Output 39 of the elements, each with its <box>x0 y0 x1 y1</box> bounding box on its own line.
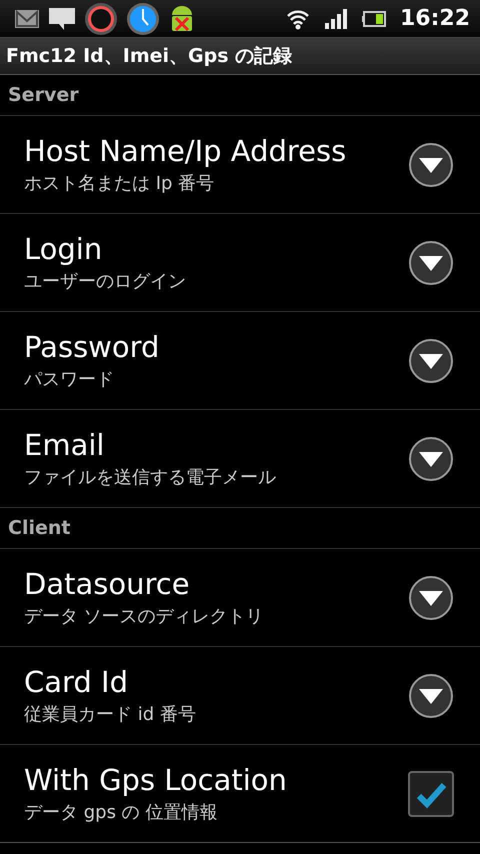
dropdown-icon[interactable] <box>408 672 454 718</box>
preference-title: Datasource <box>24 566 191 600</box>
dropdown-icon[interactable] <box>408 436 454 482</box>
preference-title: Email <box>24 428 106 462</box>
preference-item[interactable]: Login ユーザーのログイン <box>0 214 480 312</box>
preference-item[interactable]: Email ファイルを送信する電子メール <box>0 410 480 508</box>
preference-item[interactable]: Card Id 従業員カード id 番号 <box>0 647 480 745</box>
section-header: Server <box>8 84 79 106</box>
dropdown-icon[interactable] <box>408 338 454 384</box>
preference-summary: データ ソースのディレクトリ <box>24 604 264 628</box>
preference-summary: データ gps の 位置情報 <box>24 800 218 824</box>
status-time: 16:22 <box>400 6 470 31</box>
preference-title: Card Id <box>24 664 130 698</box>
checkbox[interactable] <box>408 770 454 816</box>
preference-title: Host Name/Ip Address <box>24 134 346 168</box>
dropdown-icon[interactable] <box>408 240 454 286</box>
preference-summary: ファイルを送信する電子メール <box>24 466 276 490</box>
battery-icon <box>362 10 386 26</box>
dropdown-icon[interactable] <box>408 142 454 188</box>
preference-item[interactable]: With Gps Location データ gps の 位置情報 <box>0 745 480 843</box>
signal-icon <box>324 8 348 28</box>
screen-title: Fmc12 Id、Imei、Gps の記録 <box>6 44 292 69</box>
chat-icon <box>48 6 76 32</box>
preference-summary: 従業員カード id 番号 <box>24 702 196 726</box>
ring-icon <box>84 2 118 36</box>
mail-icon <box>14 8 40 28</box>
section-header: Client <box>8 517 70 539</box>
wifi-icon <box>286 8 310 30</box>
preference-item[interactable]: Password パスワード <box>0 312 480 410</box>
preference-title: Login <box>24 232 104 266</box>
preference-summary: パスワード <box>24 368 115 392</box>
clock-icon <box>126 2 160 36</box>
preference-summary: ホスト名または Ip 番号 <box>24 172 216 196</box>
preference-title: Password <box>24 330 160 364</box>
preference-item[interactable]: Datasource データ ソースのディレクトリ <box>0 549 480 647</box>
dropdown-icon[interactable] <box>408 574 454 620</box>
preference-title: With Gps Location <box>24 762 287 796</box>
preference-summary: ユーザーのログイン <box>24 270 186 294</box>
preference-item[interactable]: Host Name/Ip Address ホスト名または Ip 番号 <box>0 116 480 214</box>
